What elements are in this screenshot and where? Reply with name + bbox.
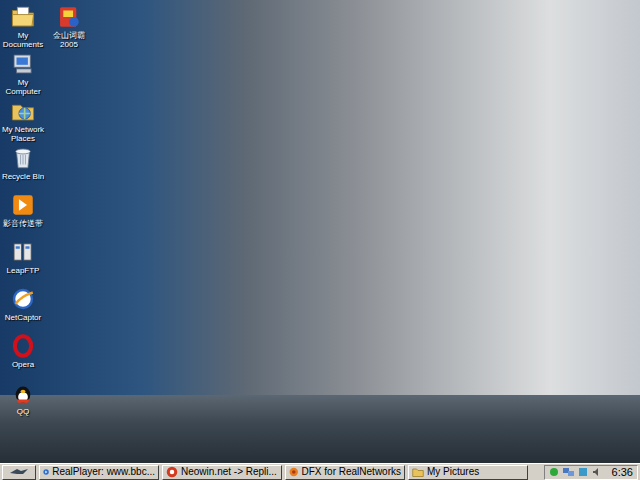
browser-icon xyxy=(166,466,178,478)
desktop: My Documents My Computer My Network Places… xyxy=(0,0,640,463)
desktop-icon-label: Opera xyxy=(0,360,46,369)
desktop-icon[interactable]: LeapFTP xyxy=(0,237,46,284)
desktop-icon-label: 影音传送带 xyxy=(0,219,46,228)
desktop-icon-label: Recycle Bin xyxy=(0,172,46,181)
system-tray: 6:36 xyxy=(544,465,638,480)
realplayer-icon xyxy=(43,466,49,478)
taskbar: RealPlayer: www.bbc... Neowin.net -> Repl… xyxy=(0,463,640,480)
desktop-icon-label: LeapFTP xyxy=(0,266,46,275)
qq-penguin-icon xyxy=(10,380,36,406)
leapftp-icon xyxy=(10,239,36,265)
task-button[interactable]: My Pictures xyxy=(408,465,528,480)
status-icon[interactable] xyxy=(549,467,559,477)
task-label: Neowin.net -> Repli... xyxy=(181,466,277,478)
recycle-bin-icon xyxy=(10,145,36,171)
start-button[interactable] xyxy=(2,465,36,480)
netcaptor-icon xyxy=(10,286,36,312)
desktop-icon[interactable]: Opera xyxy=(0,331,46,378)
task-label: My Pictures xyxy=(427,466,479,478)
app-tray-icon[interactable] xyxy=(578,467,588,477)
desktop-icon-label: NetCaptor xyxy=(0,313,46,322)
desktop-icon-label: QQ xyxy=(0,407,46,416)
computer-icon xyxy=(10,51,36,77)
clock[interactable]: 6:36 xyxy=(612,466,633,479)
media-transfer-icon xyxy=(10,192,36,218)
task-label: RealPlayer: www.bbc... xyxy=(52,466,155,478)
desktop-icon[interactable]: Recycle Bin xyxy=(0,143,46,190)
desktop-icons: My Documents My Computer My Network Places… xyxy=(0,0,92,425)
dfx-icon xyxy=(289,466,299,478)
task-button[interactable]: Neowin.net -> Repli... xyxy=(162,465,282,480)
desktop-icon[interactable]: 影音传送带 xyxy=(0,190,46,237)
task-button[interactable]: DFX for RealNetworks xyxy=(285,465,405,480)
wallpaper-sea xyxy=(0,395,640,463)
desktop-icon-label: My Computer xyxy=(0,78,46,96)
opera-icon xyxy=(10,333,36,359)
folder-icon xyxy=(412,466,424,478)
desktop-icon-label: 金山词霸 2005 xyxy=(46,31,92,49)
documents-icon xyxy=(10,4,36,30)
network-icon[interactable] xyxy=(563,467,574,477)
desktop-icon-label: My Network Places xyxy=(0,125,46,143)
desktop-icon[interactable]: My Network Places xyxy=(0,96,46,143)
desktop-icon[interactable]: My Documents xyxy=(0,2,46,49)
screen: My Documents My Computer My Network Places… xyxy=(0,0,640,480)
desktop-icon[interactable]: QQ xyxy=(0,378,46,425)
desktop-icon-label: My Documents xyxy=(0,31,46,49)
dictionary-icon xyxy=(56,4,82,30)
desktop-icon[interactable]: 金山词霸 2005 xyxy=(46,2,92,49)
desktop-icon[interactable]: My Computer xyxy=(0,49,46,96)
start-logo-icon xyxy=(9,467,29,477)
speaker-icon[interactable] xyxy=(592,467,602,477)
wallpaper-sky xyxy=(0,0,640,395)
desktop-icon[interactable]: NetCaptor xyxy=(0,284,46,331)
task-label: DFX for RealNetworks xyxy=(302,466,401,478)
task-button[interactable]: RealPlayer: www.bbc... xyxy=(39,465,159,480)
network-places-icon xyxy=(10,98,36,124)
